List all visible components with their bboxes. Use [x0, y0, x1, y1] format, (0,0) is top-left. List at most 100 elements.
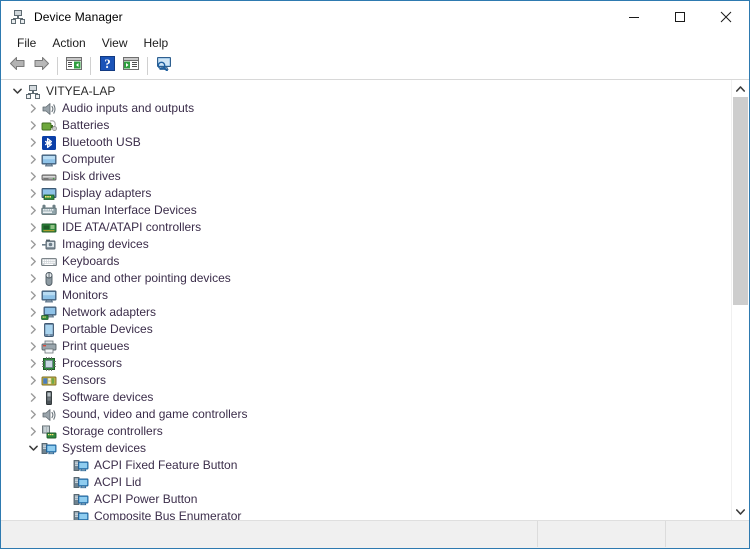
status-pane-second [537, 521, 665, 547]
properties-button[interactable] [119, 55, 143, 78]
tree-item-sound-video-and-game-controllers[interactable]: Sound, video and game controllers [1, 406, 732, 423]
chevron-right-icon[interactable] [25, 253, 41, 270]
tree-item-label: Human Interface Devices [62, 203, 197, 217]
tree-child-acpi-fixed-feature-button[interactable]: ACPI Fixed Feature Button [1, 457, 732, 474]
storage-controller-icon [41, 424, 57, 440]
console-tree-icon [66, 56, 82, 76]
minimize-button[interactable] [611, 1, 657, 32]
chevron-down-icon[interactable] [25, 440, 41, 457]
tree-item-label: VITYEA-LAP [46, 84, 116, 98]
tree-item-print-queues[interactable]: Print queues [1, 338, 732, 355]
tree-item-human-interface-devices[interactable]: Human Interface Devices [1, 202, 732, 219]
tree-item-software-devices[interactable]: Software devices [1, 389, 732, 406]
device-tree[interactable]: VITYEA-LAP Audio inputs and outputs Batter… [1, 80, 732, 520]
chevron-right-icon[interactable] [25, 423, 41, 440]
tree-child-acpi-power-button[interactable]: ACPI Power Button [1, 491, 732, 508]
tree-item-network-adapters[interactable]: Network adapters [1, 304, 732, 321]
chevron-right-icon[interactable] [25, 304, 41, 321]
tree-item-label: Bluetooth USB [62, 135, 141, 149]
scrollbar-thumb[interactable] [733, 97, 748, 305]
chevron-right-icon[interactable] [25, 321, 41, 338]
chevron-down-icon[interactable] [9, 83, 25, 100]
menu-help[interactable]: Help [136, 34, 177, 53]
forward-arrow-icon [33, 56, 50, 76]
scroll-down-arrow-icon[interactable] [732, 503, 749, 520]
tree-item-monitors[interactable]: Monitors [1, 287, 732, 304]
tree-item-disk-drives[interactable]: Disk drives [1, 168, 732, 185]
chevron-right-icon[interactable] [25, 219, 41, 236]
tree-item-computer[interactable]: Computer [1, 151, 732, 168]
close-button[interactable] [703, 1, 749, 32]
show-hide-console-tree-button[interactable] [62, 55, 86, 78]
menu-action[interactable]: Action [44, 34, 93, 53]
tree-item-label: Computer [62, 152, 115, 166]
tree-item-ide-ata-atapi-controllers[interactable]: IDE ATA/ATAPI controllers [1, 219, 732, 236]
console-content-area: VITYEA-LAP Audio inputs and outputs Batter… [1, 79, 749, 520]
battery-icon [41, 118, 57, 134]
tree-item-label: Print queues [62, 339, 130, 353]
tree-item-system-devices[interactable]: System devices [1, 440, 732, 457]
tree-item-bluetooth-usb[interactable]: Bluetooth USB [1, 134, 732, 151]
tree-item-label: ACPI Fixed Feature Button [94, 458, 238, 472]
chevron-right-icon[interactable] [25, 406, 41, 423]
tree-item-portable-devices[interactable]: Portable Devices [1, 321, 732, 338]
tree-item-mice-and-other-pointing-devices[interactable]: Mice and other pointing devices [1, 270, 732, 287]
maximize-button[interactable] [657, 1, 703, 32]
disk-drive-icon [41, 169, 57, 185]
tree-item-batteries[interactable]: Batteries [1, 117, 732, 134]
tree-item-label: Mice and other pointing devices [62, 271, 231, 285]
chevron-right-icon[interactable] [25, 389, 41, 406]
tree-item-processors[interactable]: Processors [1, 355, 732, 372]
chevron-right-icon[interactable] [25, 151, 41, 168]
help-button[interactable]: ? [95, 55, 119, 78]
chevron-right-icon[interactable] [25, 270, 41, 287]
chevron-right-icon[interactable] [25, 117, 41, 134]
chevron-right-icon[interactable] [25, 185, 41, 202]
tree-item-keyboards[interactable]: Keyboards [1, 253, 732, 270]
printer-icon [41, 339, 57, 355]
chevron-right-icon[interactable] [25, 338, 41, 355]
chevron-right-icon[interactable] [25, 372, 41, 389]
scroll-up-arrow-icon[interactable] [732, 80, 749, 97]
status-pane-main [1, 521, 537, 547]
mouse-icon [41, 271, 57, 287]
tree-item-label: ACPI Power Button [94, 492, 198, 506]
help-question-icon: ? [99, 56, 115, 76]
chevron-right-icon[interactable] [25, 355, 41, 372]
chevron-right-icon[interactable] [25, 100, 41, 117]
tree-item-label: Sensors [62, 373, 107, 387]
toolbar-separator-2 [90, 57, 91, 75]
title-bar: Device Manager [1, 1, 749, 33]
tree-item-label: Imaging devices [62, 237, 149, 251]
tree-item-sensors[interactable]: Sensors [1, 372, 732, 389]
scan-hardware-changes-button[interactable] [152, 55, 176, 78]
chevron-right-icon[interactable] [25, 168, 41, 185]
tree-item-label: Batteries [62, 118, 110, 132]
tree-root-vityea-lap[interactable]: VITYEA-LAP [1, 83, 732, 100]
speaker-icon [41, 407, 57, 423]
tree-item-label: Audio inputs and outputs [62, 101, 195, 115]
menu-view[interactable]: View [94, 34, 136, 53]
tree-item-label: Portable Devices [62, 322, 153, 336]
tree-item-label: Sound, video and game controllers [62, 407, 248, 421]
tree-item-imaging-devices[interactable]: Imaging devices [1, 236, 732, 253]
menu-file[interactable]: File [9, 34, 44, 53]
vertical-scrollbar[interactable] [731, 80, 749, 520]
tree-item-display-adapters[interactable]: Display adapters [1, 185, 732, 202]
chevron-right-icon[interactable] [25, 202, 41, 219]
tree-item-label: Processors [62, 356, 123, 370]
tree-item-audio-inputs-and-outputs[interactable]: Audio inputs and outputs [1, 100, 732, 117]
forward-button[interactable] [29, 55, 53, 78]
chevron-right-icon[interactable] [25, 236, 41, 253]
tree-item-label: ACPI Lid [94, 475, 142, 489]
chevron-right-icon[interactable] [25, 134, 41, 151]
speaker-icon [41, 101, 57, 117]
tree-child-composite-bus-enumerator[interactable]: Composite Bus Enumerator [1, 508, 732, 520]
tree-item-label: Display adapters [62, 186, 152, 200]
chevron-right-icon[interactable] [25, 287, 41, 304]
tree-child-acpi-lid[interactable]: ACPI Lid [1, 474, 732, 491]
tree-item-storage-controllers[interactable]: Storage controllers [1, 423, 732, 440]
back-button[interactable] [5, 55, 29, 78]
keyboard-icon [41, 254, 57, 270]
